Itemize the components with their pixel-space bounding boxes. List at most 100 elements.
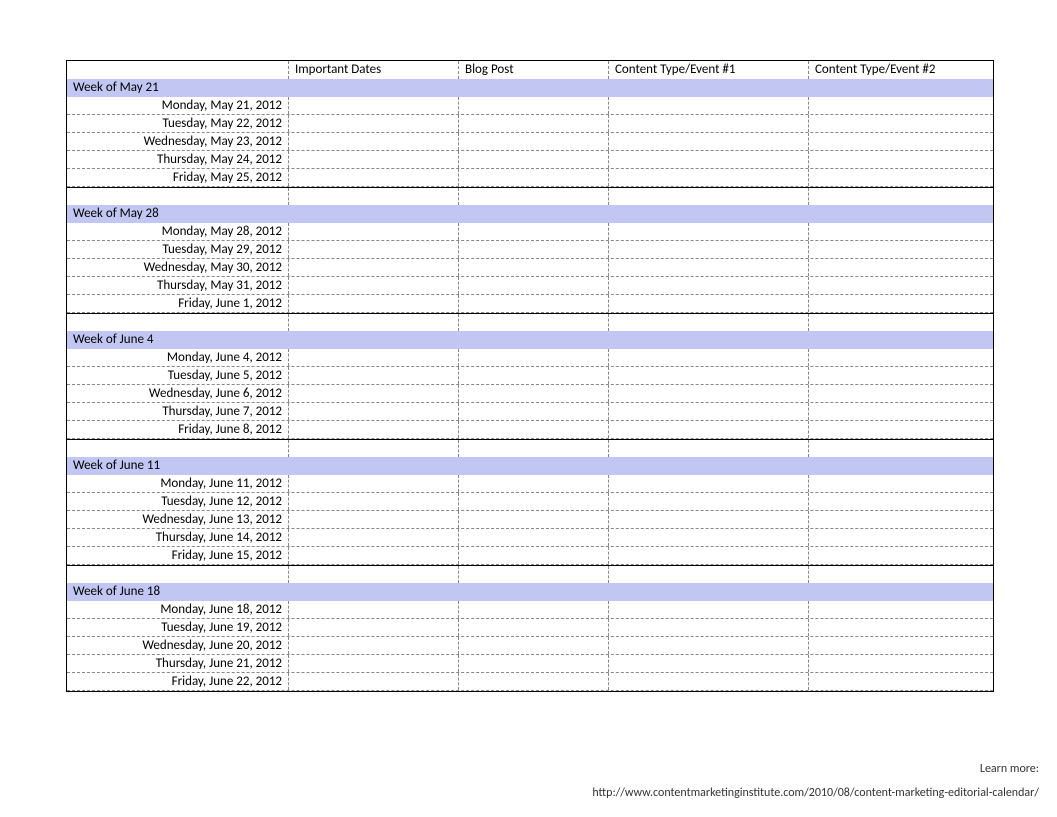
header-important-dates: Important Dates: [289, 61, 459, 79]
table-row: Monday, June 11, 2012: [67, 475, 993, 493]
content-type-1-cell: [609, 367, 809, 384]
content-type-1-cell: [609, 637, 809, 654]
content-type-2-cell: [809, 223, 993, 240]
blog-post-cell: [459, 115, 609, 132]
blog-post-cell: [459, 295, 609, 312]
important-dates-cell: [289, 619, 459, 636]
important-dates-cell: [289, 385, 459, 402]
week-header: Week of June 4: [67, 331, 993, 349]
important-dates-cell: [289, 529, 459, 546]
blog-post-cell: [459, 547, 609, 564]
content-type-1-cell: [609, 475, 809, 492]
important-dates-cell: [289, 97, 459, 114]
day-cell: Monday, May 21, 2012: [67, 97, 289, 114]
table-row: Tuesday, May 22, 2012: [67, 115, 993, 133]
content-type-1-cell: [609, 385, 809, 402]
table-row: Friday, June 1, 2012: [67, 295, 993, 313]
day-cell: Thursday, May 24, 2012: [67, 151, 289, 168]
content-type-2-cell: [809, 295, 993, 312]
content-type-1-cell: [609, 601, 809, 618]
content-type-2-cell: [809, 475, 993, 492]
blog-post-cell: [459, 619, 609, 636]
day-cell: Friday, June 22, 2012: [67, 673, 289, 690]
header-blank: [67, 61, 289, 79]
header-blog-post: Blog Post: [459, 61, 609, 79]
day-cell: Wednesday, June 20, 2012: [67, 637, 289, 654]
blog-post-cell: [459, 133, 609, 150]
day-cell: Monday, June 18, 2012: [67, 601, 289, 618]
content-type-1-cell: [609, 403, 809, 420]
blog-post-cell: [459, 367, 609, 384]
important-dates-cell: [289, 493, 459, 510]
important-dates-cell: [289, 259, 459, 276]
content-type-2-cell: [809, 169, 993, 186]
blog-post-cell: [459, 151, 609, 168]
table-row: Wednesday, June 20, 2012: [67, 637, 993, 655]
day-cell: Friday, May 25, 2012: [67, 169, 289, 186]
table-row: Thursday, June 7, 2012: [67, 403, 993, 421]
table-row: Tuesday, June 12, 2012: [67, 493, 993, 511]
gap-row: [67, 439, 993, 457]
content-type-2-cell: [809, 259, 993, 276]
day-cell: Thursday, June 7, 2012: [67, 403, 289, 420]
day-cell: Wednesday, May 23, 2012: [67, 133, 289, 150]
blog-post-cell: [459, 529, 609, 546]
blog-post-cell: [459, 673, 609, 690]
table-row: Tuesday, May 29, 2012: [67, 241, 993, 259]
week-header: Week of June 18: [67, 583, 993, 601]
content-type-2-cell: [809, 241, 993, 258]
content-type-2-cell: [809, 277, 993, 294]
important-dates-cell: [289, 295, 459, 312]
table-row: Monday, May 21, 2012: [67, 97, 993, 115]
content-type-2-cell: [809, 619, 993, 636]
content-type-2-cell: [809, 673, 993, 690]
blog-post-cell: [459, 655, 609, 672]
content-type-2-cell: [809, 385, 993, 402]
blog-post-cell: [459, 637, 609, 654]
week-header: Week of May 21: [67, 79, 993, 97]
content-type-2-cell: [809, 133, 993, 150]
week-header: Week of May 28: [67, 205, 993, 223]
week-header: Week of June 11: [67, 457, 993, 475]
content-type-2-cell: [809, 421, 993, 438]
content-type-1-cell: [609, 241, 809, 258]
content-type-1-cell: [609, 673, 809, 690]
table-row: Wednesday, June 13, 2012: [67, 511, 993, 529]
important-dates-cell: [289, 637, 459, 654]
content-type-2-cell: [809, 547, 993, 564]
day-cell: Thursday, June 21, 2012: [67, 655, 289, 672]
calendar-table: Important Dates Blog Post Content Type/E…: [66, 60, 994, 692]
important-dates-cell: [289, 475, 459, 492]
content-type-2-cell: [809, 349, 993, 366]
content-type-2-cell: [809, 601, 993, 618]
table-row: Tuesday, June 5, 2012: [67, 367, 993, 385]
table-row: Wednesday, May 23, 2012: [67, 133, 993, 151]
important-dates-cell: [289, 151, 459, 168]
content-type-2-cell: [809, 493, 993, 510]
day-cell: Friday, June 15, 2012: [67, 547, 289, 564]
important-dates-cell: [289, 169, 459, 186]
day-cell: Tuesday, June 5, 2012: [67, 367, 289, 384]
content-type-1-cell: [609, 97, 809, 114]
blog-post-cell: [459, 493, 609, 510]
table-header-row: Important Dates Blog Post Content Type/E…: [67, 61, 993, 79]
blog-post-cell: [459, 223, 609, 240]
blog-post-cell: [459, 277, 609, 294]
blog-post-cell: [459, 475, 609, 492]
day-cell: Thursday, June 14, 2012: [67, 529, 289, 546]
day-cell: Wednesday, May 30, 2012: [67, 259, 289, 276]
day-cell: Thursday, May 31, 2012: [67, 277, 289, 294]
important-dates-cell: [289, 601, 459, 618]
important-dates-cell: [289, 403, 459, 420]
day-cell: Friday, June 1, 2012: [67, 295, 289, 312]
table-row: Friday, June 15, 2012: [67, 547, 993, 565]
content-type-1-cell: [609, 259, 809, 276]
content-type-1-cell: [609, 169, 809, 186]
important-dates-cell: [289, 367, 459, 384]
day-cell: Tuesday, June 19, 2012: [67, 619, 289, 636]
table-row: Monday, May 28, 2012: [67, 223, 993, 241]
content-type-1-cell: [609, 655, 809, 672]
table-row: Tuesday, June 19, 2012: [67, 619, 993, 637]
important-dates-cell: [289, 241, 459, 258]
header-content-type-1: Content Type/Event #1: [609, 61, 809, 79]
